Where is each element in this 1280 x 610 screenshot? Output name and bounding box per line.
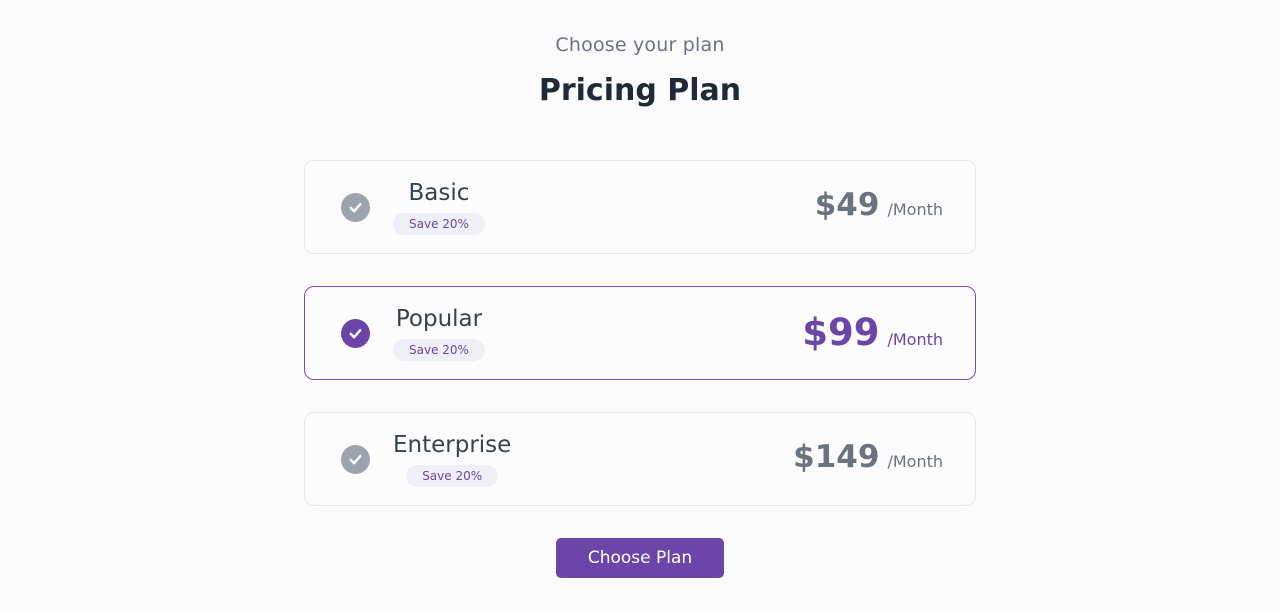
plan-info: Basic Save 20%: [393, 178, 485, 235]
plan-price: $49 /Month: [815, 187, 943, 223]
price-period: /Month: [887, 200, 943, 219]
check-circle-icon: [341, 193, 370, 222]
plan-price: $99 /Month: [802, 311, 943, 354]
plan-card-enterprise[interactable]: Enterprise Save 20% $149 /Month: [304, 412, 976, 506]
save-badge: Save 20%: [393, 339, 485, 361]
plan-info: Enterprise Save 20%: [393, 430, 511, 487]
page-eyebrow: Choose your plan: [555, 34, 725, 56]
plan-list: Basic Save 20% $49 /Month Popular Save 2…: [304, 160, 976, 538]
plan-price: $149 /Month: [793, 439, 943, 475]
pricing-page: Choose your plan Pricing Plan Basic Save…: [0, 0, 1280, 610]
plan-info: Popular Save 20%: [393, 304, 485, 361]
save-badge: Save 20%: [406, 465, 499, 487]
page-title: Pricing Plan: [538, 73, 742, 108]
plan-name: Popular: [395, 306, 483, 332]
check-circle-icon: [341, 319, 370, 348]
price-period: /Month: [887, 452, 943, 471]
price-period: /Month: [887, 330, 943, 349]
plan-card-basic[interactable]: Basic Save 20% $49 /Month: [304, 160, 976, 254]
price-amount: $99: [802, 311, 880, 354]
plan-name: Enterprise: [393, 432, 512, 458]
check-circle-icon: [341, 445, 370, 474]
save-badge: Save 20%: [393, 213, 485, 235]
plan-card-popular[interactable]: Popular Save 20% $99 /Month: [304, 286, 976, 380]
plan-name: Basic: [408, 180, 470, 206]
choose-plan-button[interactable]: Choose Plan: [556, 538, 724, 578]
price-amount: $149: [793, 439, 880, 475]
price-amount: $49: [814, 187, 880, 223]
